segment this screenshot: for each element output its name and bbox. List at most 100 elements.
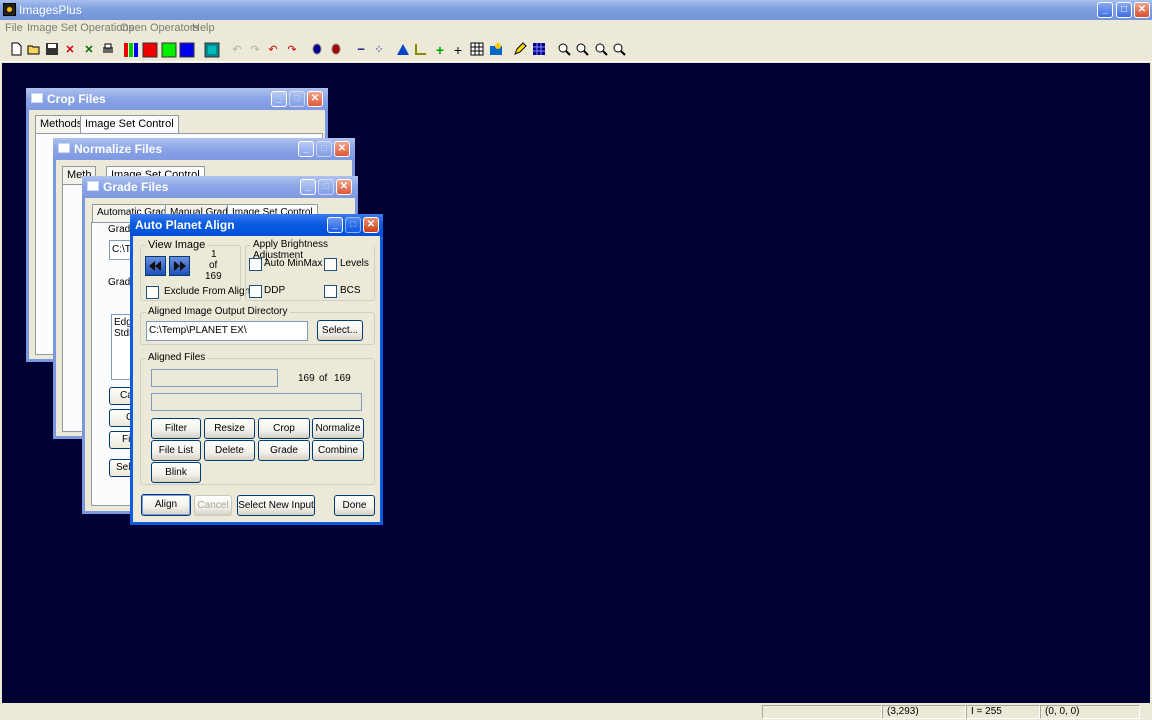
grade-files-title-bar[interactable]: Grade Files _ □ ✕ (82, 176, 358, 198)
normalize-button[interactable]: Normalize (312, 418, 364, 439)
file-list-button[interactable]: File List (151, 440, 201, 461)
open-file-icon[interactable] (26, 42, 42, 58)
close-icon[interactable]: ✕ (307, 91, 323, 107)
view-image-label: View Image (146, 239, 208, 251)
status-cell-empty (762, 705, 882, 719)
next-image-button[interactable] (169, 256, 190, 276)
redo-icon[interactable]: ↷ (284, 42, 300, 58)
levels-checkbox[interactable] (324, 258, 337, 271)
triangle-icon[interactable] (395, 42, 411, 58)
tab-image-set-control[interactable]: Image Set Control (80, 115, 179, 135)
close-icon[interactable]: ✕ (334, 141, 350, 157)
maximize-button[interactable]: □ (1116, 2, 1132, 18)
done-button[interactable]: Done (334, 495, 375, 516)
auto-planet-align-title-bar[interactable]: Auto Planet Align _ □ ✕ (130, 214, 383, 236)
auto-minmax-checkbox[interactable] (249, 258, 262, 271)
status-intensity: I = 255 (966, 705, 1040, 719)
close-icon[interactable]: ✕ (363, 217, 379, 233)
minimize-button[interactable]: _ (1097, 2, 1113, 18)
checker-icon[interactable] (531, 42, 547, 58)
crop-button[interactable]: Crop (258, 418, 310, 439)
grid-select-icon[interactable] (469, 42, 485, 58)
view-image-group: View Image 1 of 169 Exclude From Align (140, 239, 250, 301)
delete-button[interactable]: Delete (204, 440, 255, 461)
auto-minmax-label: Auto MinMax (264, 258, 323, 269)
red-channel-icon[interactable] (142, 42, 158, 58)
resize-button[interactable]: Resize (204, 418, 255, 439)
paint-icon[interactable] (488, 42, 504, 58)
grade-button[interactable]: Grade (258, 440, 310, 461)
auto-planet-align-window: Auto Planet Align _ □ ✕ View Image 1 of … (130, 214, 383, 525)
progress-bar (151, 369, 278, 387)
output-directory-field[interactable]: C:\Temp\PLANET EX\ (146, 321, 308, 341)
close-red-icon[interactable]: ✕ (62, 42, 78, 58)
pencil-icon[interactable] (512, 42, 528, 58)
crosshair-icon[interactable]: + (450, 42, 466, 58)
rgb-channels-icon[interactable] (123, 42, 139, 58)
blink-button[interactable]: Blink (151, 462, 201, 483)
minimize-icon[interactable]: _ (327, 217, 343, 233)
crop-files-title-bar[interactable]: Crop Files _ □ ✕ (26, 88, 328, 110)
app-title-bar: ImagesPlus _ □ ✕ (0, 0, 1152, 20)
new-file-icon[interactable] (8, 42, 24, 58)
window-icon (87, 181, 99, 191)
aligned-of: of (319, 373, 328, 384)
close-green-icon[interactable]: ✕ (81, 42, 97, 58)
normalize-files-title: Normalize Files (74, 142, 163, 156)
green-channel-icon[interactable] (161, 42, 177, 58)
zoom-out-icon[interactable] (574, 42, 590, 58)
zoom-in-icon[interactable] (556, 42, 572, 58)
maximize-icon: □ (289, 91, 305, 107)
line-dotted-icon[interactable]: ┄ (353, 42, 369, 58)
status-rgb: (0, 0, 0) (1040, 705, 1140, 719)
menu-help[interactable]: Help (192, 22, 215, 34)
exclude-from-align-checkbox[interactable] (146, 286, 159, 299)
histogram-icon[interactable] (204, 42, 220, 58)
status-bar: (3,293) I = 255 (0, 0, 0) (0, 704, 1152, 720)
menu-file[interactable]: File (5, 22, 23, 34)
blue-channel-icon[interactable] (179, 42, 195, 58)
app-icon (3, 3, 16, 16)
aligned-files-label: Aligned Files (146, 352, 208, 363)
minimize-icon[interactable]: _ (271, 91, 287, 107)
menu-open-operators[interactable]: Open Operators (120, 22, 199, 34)
image-total: 169 (205, 271, 222, 282)
scatter-icon[interactable]: ⁘ (371, 42, 387, 58)
redo-disabled-icon: ↷ (250, 44, 260, 56)
combine-button[interactable]: Combine (312, 440, 364, 461)
maximize-icon: □ (316, 141, 332, 157)
red-ellipse-icon[interactable] (328, 42, 344, 58)
window-icon (31, 93, 43, 103)
brightness-adjustment-group: Apply Brightness Adjustment Auto MinMax … (245, 239, 375, 301)
undo-icon[interactable]: ↶ (265, 42, 281, 58)
grade-files-title: Grade Files (103, 180, 169, 194)
measure-icon[interactable] (413, 42, 429, 58)
output-directory-group: Aligned Image Output Directory C:\Temp\P… (140, 306, 375, 345)
filter-button[interactable]: Filter (151, 418, 201, 439)
aligned-total: 169 (334, 373, 351, 384)
auto-planet-align-title: Auto Planet Align (135, 218, 235, 232)
crop-files-title: Crop Files (47, 92, 106, 106)
save-icon[interactable] (44, 42, 60, 58)
menu-bar: File Image Set Operations Open Operators… (0, 20, 1152, 37)
normalize-files-title-bar[interactable]: Normalize Files _ □ ✕ (53, 138, 355, 160)
crosshair-green-icon[interactable]: + (432, 42, 448, 58)
close-button[interactable]: ✕ (1134, 2, 1150, 18)
ddp-checkbox[interactable] (249, 285, 262, 298)
ellipse-select-icon[interactable] (309, 42, 325, 58)
minimize-icon[interactable]: _ (300, 179, 316, 195)
print-icon[interactable] (100, 42, 116, 58)
close-icon[interactable]: ✕ (336, 179, 352, 195)
menu-image-set-operations[interactable]: Image Set Operations (27, 22, 134, 34)
align-button[interactable]: Align (141, 494, 191, 516)
minimize-icon[interactable]: _ (298, 141, 314, 157)
cancel-button: Cancel (194, 495, 232, 516)
previous-image-button[interactable] (145, 256, 166, 276)
bcs-checkbox[interactable] (324, 285, 337, 298)
window-icon (58, 143, 70, 153)
select-directory-button[interactable]: Select... (317, 320, 363, 341)
image-index: 1 (211, 249, 217, 260)
select-new-input-button[interactable]: Select New Input (237, 495, 315, 516)
zoom-fit-icon[interactable] (593, 42, 609, 58)
zoom-reset-icon[interactable] (611, 42, 627, 58)
